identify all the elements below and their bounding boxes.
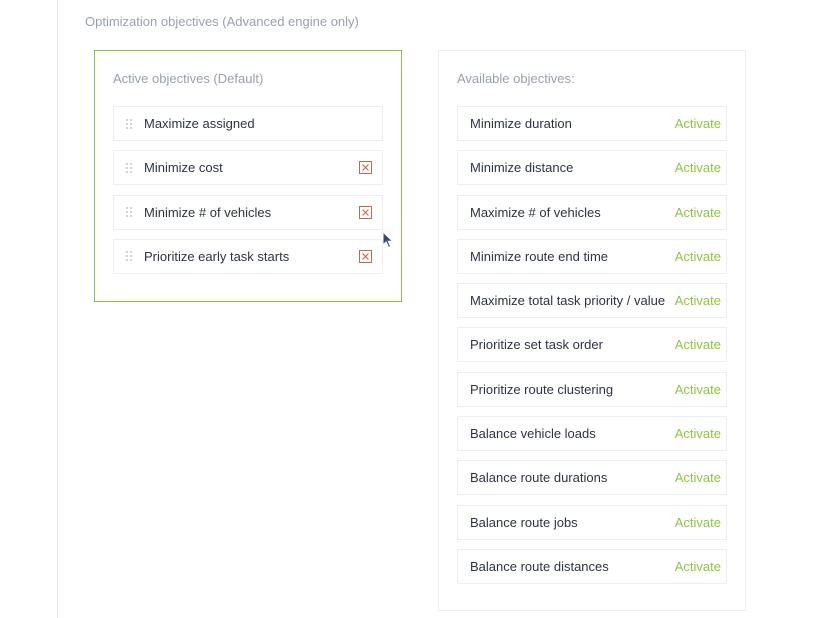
active-objective-label: Minimize cost [144, 160, 223, 176]
available-objective-item: Maximize total task priority / value Act… [457, 283, 727, 319]
activate-link[interactable]: Activate [675, 426, 721, 441]
active-objective-label: Maximize assigned [144, 116, 255, 131]
remove-objective-button[interactable] [359, 161, 372, 175]
available-objective-label: Prioritize set task order [470, 337, 603, 353]
active-objectives-panel: Active objectives (Default) Maximize ass… [94, 50, 402, 302]
optimization-objectives-page: Optimization objectives (Advanced engine… [0, 0, 832, 618]
activate-link[interactable]: Activate [675, 205, 721, 220]
available-objective-label: Prioritize route clustering [470, 381, 614, 397]
active-objective-item[interactable]: Minimize # of vehicles [113, 194, 383, 230]
activate-link[interactable]: Activate [675, 249, 721, 264]
available-objective-label: Balance vehicle loads [470, 426, 596, 442]
activate-link[interactable]: Activate [675, 515, 721, 530]
available-objective-label: Minimize duration [470, 116, 572, 131]
active-objectives-title: Active objectives (Default) [113, 71, 264, 86]
available-objective-item: Balance route distances Activate [457, 548, 727, 584]
drag-handle-icon[interactable] [114, 207, 144, 218]
available-objective-item: Minimize route end time Activate [457, 238, 727, 274]
available-objective-label: Balance route jobs [470, 514, 578, 530]
available-objectives-panel: Available objectives: Minimize duration … [438, 50, 746, 611]
available-objective-item: Prioritize route clustering Activate [457, 371, 727, 407]
available-objective-item: Maximize # of vehicles Activate [457, 194, 727, 230]
mouse-cursor-icon [382, 231, 394, 249]
available-objective-label: Balance route durations [470, 470, 608, 486]
remove-x-icon [362, 253, 369, 260]
active-objective-item[interactable]: Minimize cost [113, 150, 383, 186]
activate-link[interactable]: Activate [675, 160, 721, 175]
available-objective-label: Balance route distances [470, 558, 609, 574]
drag-handle-icon[interactable] [114, 251, 144, 262]
section-title: Optimization objectives (Advanced engine… [85, 14, 359, 29]
available-objective-item: Minimize duration Activate [457, 106, 727, 141]
activate-link[interactable]: Activate [675, 470, 721, 485]
activate-link[interactable]: Activate [675, 382, 721, 397]
remove-x-icon [362, 208, 369, 216]
active-objective-item[interactable]: Prioritize early task starts [113, 238, 383, 274]
active-objective-item[interactable]: Maximize assigned [113, 106, 383, 141]
activate-link[interactable]: Activate [675, 337, 721, 352]
available-objective-item: Balance route jobs Activate [457, 504, 727, 540]
available-objective-item: Minimize distance Activate [457, 150, 727, 186]
drag-handle-icon[interactable] [114, 118, 144, 129]
drag-handle-icon[interactable] [114, 162, 144, 173]
available-objective-label: Maximize total task priority / value [470, 293, 666, 309]
available-objectives-title: Available objectives: [457, 71, 575, 86]
activate-link[interactable]: Activate [675, 293, 721, 308]
remove-x-icon [362, 164, 369, 172]
available-objective-label: Maximize # of vehicles [470, 204, 601, 220]
available-objective-label: Minimize distance [470, 160, 574, 176]
available-objective-item: Balance route durations Activate [457, 460, 727, 496]
available-objective-item: Balance vehicle loads Activate [457, 416, 727, 452]
remove-objective-button[interactable] [359, 249, 372, 263]
available-objective-item: Prioritize set task order Activate [457, 327, 727, 363]
active-objective-label: Minimize # of vehicles [144, 204, 272, 220]
activate-link[interactable]: Activate [675, 116, 721, 131]
available-objectives-list: Minimize duration Activate Minimize dist… [457, 106, 727, 593]
active-objectives-list: Maximize assigned Minimize cost Minimize… [113, 106, 383, 283]
content-left-divider [57, 0, 58, 618]
remove-objective-button[interactable] [359, 205, 372, 219]
activate-link[interactable]: Activate [675, 559, 721, 574]
available-objective-label: Minimize route end time [470, 248, 608, 264]
active-objective-label: Prioritize early task starts [144, 248, 290, 264]
